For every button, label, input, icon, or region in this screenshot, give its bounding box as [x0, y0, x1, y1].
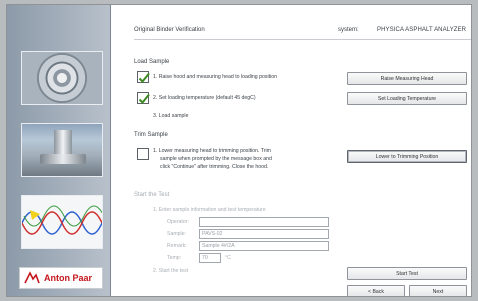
wizard-panel: Original Binder Verification system: PHY…	[111, 5, 471, 296]
sample-input[interactable]: PAVS-02	[199, 229, 329, 239]
next-button[interactable]: Next	[409, 285, 467, 296]
temp-input[interactable]: 70	[199, 253, 221, 263]
system-value: PHYSICA ASPHALT ANALYZER	[377, 27, 467, 33]
brand-logo: Anton Paar	[19, 267, 103, 289]
step-raise-text: 1. Raise hood and measuring head to load…	[153, 74, 278, 80]
section-start-test: Start the Test	[134, 192, 170, 198]
window-title: Original Binder Verification	[134, 27, 205, 33]
remark-input[interactable]: Sample 4#/2A	[199, 241, 329, 251]
sample-label: Sample:	[167, 231, 187, 237]
step-trim-line-2: sample when prompted by the message box …	[160, 156, 272, 162]
system-label: system:	[338, 27, 359, 33]
temp-unit: °C	[225, 255, 231, 261]
set-loading-temperature-button[interactable]: Set Loading Temperature	[347, 92, 467, 105]
remark-label: Remark:	[167, 243, 187, 249]
raise-measuring-head-button[interactable]: Raise Measuring Head	[347, 72, 467, 85]
waveform-image	[21, 195, 103, 249]
step-enter-info-text: 1. Enter sample information and test tem…	[153, 207, 266, 213]
header-divider	[134, 39, 471, 40]
header-row: Original Binder Verification system: PHY…	[134, 27, 471, 39]
step-trim-checkbox[interactable]	[137, 148, 149, 160]
step-trim-line-3: click "Continue" after trimming. Close t…	[160, 164, 269, 170]
step-set-temp-text: 2. Set loading temperature (default 45 d…	[153, 95, 256, 101]
step-trim-line-1: 1. Lower measuring head to trimming posi…	[153, 148, 271, 154]
app-window: Anton Paar Original Binder Verification …	[6, 4, 472, 297]
section-trim-sample: Trim Sample	[134, 132, 168, 138]
section-load-sample: Load Sample	[134, 59, 170, 65]
checkmark-icon	[138, 93, 150, 104]
sidebar: Anton Paar	[7, 5, 111, 296]
temp-label: Temp:	[167, 255, 182, 261]
step-start-test-text: 2. Start the test	[153, 268, 189, 274]
measuring-head-image	[21, 123, 103, 177]
step-load-text: 3. Load sample	[153, 113, 189, 119]
measuring-plate-image	[21, 51, 103, 105]
step-raise-checkbox[interactable]	[137, 71, 150, 83]
step-set-temp-checkbox[interactable]	[137, 92, 150, 104]
back-button[interactable]: < Back	[347, 285, 405, 296]
start-test-button[interactable]: Start Test	[347, 267, 467, 280]
logo-text: Anton Paar	[44, 273, 93, 283]
lower-to-trimming-position-button[interactable]: Lower to Trimming Position	[347, 150, 467, 163]
checkmark-icon	[138, 72, 150, 83]
anton-paar-logo-icon	[24, 271, 40, 284]
operator-label: Operator:	[167, 219, 189, 225]
operator-input[interactable]	[199, 217, 329, 227]
